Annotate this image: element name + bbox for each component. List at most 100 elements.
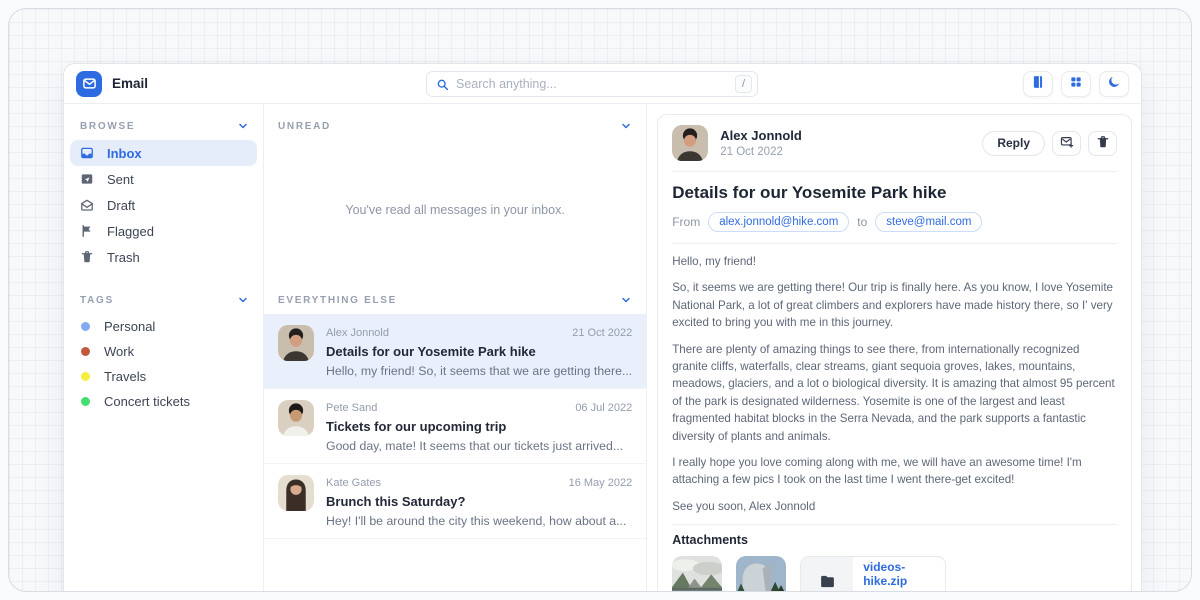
search-shortcut-badge: /: [735, 75, 752, 93]
detail-area: Alex Jonnold 21 Oct 2022 Reply: [647, 104, 1141, 591]
message-list-column: Unread You've read all messages in your …: [264, 104, 647, 591]
from-label: From: [672, 215, 700, 229]
reading-list-button[interactable]: [1023, 71, 1053, 97]
body-paragraph: See you soon, Alex Jonnold: [672, 498, 1117, 515]
sidebar-item-flagged[interactable]: Flagged: [70, 218, 257, 244]
list-item-content: Pete Sand 06 Jul 2022 Tickets for our up…: [326, 400, 632, 453]
sidebar-item-label: Trash: [107, 250, 140, 265]
attachments-row: videos-hike.zip 100 MB: [672, 556, 1117, 592]
mail-preview: Hey! I'll be around the city this weeken…: [326, 514, 632, 528]
sent-icon: [80, 172, 94, 186]
to-email-chip[interactable]: steve@mail.com: [875, 212, 982, 232]
body-paragraph: So, it seems we are getting there! Our t…: [672, 279, 1117, 331]
content-columns: Browse Inbox: [64, 104, 1141, 591]
unread-section-header: Unread: [264, 112, 646, 140]
folder-icon: [801, 557, 853, 592]
apps-button[interactable]: [1061, 71, 1091, 97]
tag-item-personal[interactable]: Personal: [70, 314, 257, 339]
unread-section-title: Unread: [278, 121, 331, 132]
tag-color-dot: [81, 322, 90, 331]
grid-icon: [1069, 75, 1083, 92]
tag-item-travels[interactable]: Travels: [70, 364, 257, 389]
sidebar-item-label: Sent: [107, 172, 134, 187]
sidebar-item-trash[interactable]: Trash: [70, 244, 257, 270]
delete-button[interactable]: [1088, 131, 1117, 156]
search-bar[interactable]: /: [426, 71, 758, 97]
list-item-content: Alex Jonnold 21 Oct 2022 Details for our…: [326, 325, 632, 378]
mail-date: 16 May 2022: [569, 477, 633, 489]
chevron-down-icon[interactable]: [620, 120, 632, 132]
topbar: Email /: [64, 64, 1141, 104]
chevron-down-icon[interactable]: [620, 294, 632, 306]
list-item-meta: Pete Sand 06 Jul 2022: [326, 402, 632, 414]
avatar: [278, 400, 314, 436]
tag-label: Travels: [104, 369, 146, 384]
mail-subject: Details for our Yosemite Park hike: [326, 344, 632, 359]
email-app-window: Email /: [63, 63, 1142, 591]
sidebar-item-label: Flagged: [107, 224, 154, 239]
avatar: [278, 475, 314, 511]
sender-name: Alex Jonnold: [326, 327, 389, 339]
trash-icon: [1096, 135, 1110, 152]
body-paragraph: I really hope you love coming along with…: [672, 454, 1117, 489]
from-email-chip[interactable]: alex.jonnold@hike.com: [708, 212, 849, 232]
unread-empty-message: You've read all messages in your inbox.: [264, 140, 646, 280]
attachment-photo-valley[interactable]: [672, 556, 722, 592]
mail-subject: Brunch this Saturday?: [326, 494, 632, 509]
browse-section: Browse Inbox: [70, 112, 257, 270]
mail-preview: Good day, mate! It seems that our ticket…: [326, 439, 632, 453]
trash-icon: [80, 250, 94, 264]
brand: Email: [76, 71, 148, 97]
topbar-actions: [1023, 71, 1129, 97]
tag-item-work[interactable]: Work: [70, 339, 257, 364]
email-body: Hello, my friend! So, it seems we are ge…: [658, 244, 1131, 515]
sidebar-item-sent[interactable]: Sent: [70, 166, 257, 192]
sidebar: Browse Inbox: [64, 104, 264, 591]
tag-item-concert-tickets[interactable]: Concert tickets: [70, 389, 257, 414]
mail-date: 21 Oct 2022: [572, 327, 632, 339]
tag-label: Personal: [104, 319, 155, 334]
zip-file-size: 100 MB: [863, 591, 945, 592]
tag-label: Concert tickets: [104, 394, 190, 409]
dark-mode-button[interactable]: [1099, 71, 1129, 97]
tag-color-dot: [81, 347, 90, 356]
mail-plus-icon: [1060, 135, 1074, 152]
list-item-yosemite-hike[interactable]: Alex Jonnold 21 Oct 2022 Details for our…: [264, 314, 646, 389]
app-frame: Email /: [8, 8, 1192, 592]
tag-label: Work: [104, 344, 134, 359]
body-paragraph: There are plenty of amazing things to se…: [672, 341, 1117, 445]
chevron-down-icon[interactable]: [237, 120, 249, 132]
email-detail-card: Alex Jonnold 21 Oct 2022 Reply: [657, 114, 1132, 592]
reply-button[interactable]: Reply: [982, 131, 1045, 156]
subject-block: Details for our Yosemite Park hike From …: [658, 172, 1131, 243]
chevron-down-icon[interactable]: [237, 294, 249, 306]
sidebar-item-label: Draft: [107, 198, 135, 213]
tags-section-title: Tags: [80, 295, 114, 306]
sender-name: Pete Sand: [326, 402, 377, 414]
list-item-upcoming-trip[interactable]: Pete Sand 06 Jul 2022 Tickets for our up…: [264, 389, 646, 464]
detail-sender-block: Alex Jonnold 21 Oct 2022: [720, 128, 802, 158]
browse-section-header: Browse: [70, 112, 257, 140]
sidebar-item-inbox[interactable]: Inbox: [70, 140, 257, 166]
detail-actions: Reply: [982, 131, 1117, 156]
flag-icon: [80, 224, 94, 238]
mail-date: 06 Jul 2022: [575, 402, 632, 414]
avatar: [278, 325, 314, 361]
attachments-title: Attachments: [672, 533, 1117, 547]
forward-mail-button[interactable]: [1052, 131, 1081, 156]
list-item-brunch-saturday[interactable]: Kate Gates 16 May 2022 Brunch this Satur…: [264, 464, 646, 539]
list-item-content: Kate Gates 16 May 2022 Brunch this Satur…: [326, 475, 632, 528]
attachment-zip-card[interactable]: videos-hike.zip 100 MB: [800, 556, 946, 592]
detail-subject: Details for our Yosemite Park hike: [672, 183, 1117, 203]
zip-file-name[interactable]: videos-hike.zip: [863, 560, 945, 588]
everything-else-section-header: Everything else: [264, 286, 646, 314]
list-item-meta: Kate Gates 16 May 2022: [326, 477, 632, 489]
avatar: [672, 125, 708, 161]
draft-envelope-icon: [80, 198, 94, 212]
attachment-photo-half-dome[interactable]: [736, 556, 786, 592]
sidebar-item-draft[interactable]: Draft: [70, 192, 257, 218]
tag-color-dot: [81, 372, 90, 381]
attachments-section: Attachments: [658, 525, 1131, 592]
email-logo-icon: [76, 71, 102, 97]
search-input[interactable]: [456, 77, 728, 91]
